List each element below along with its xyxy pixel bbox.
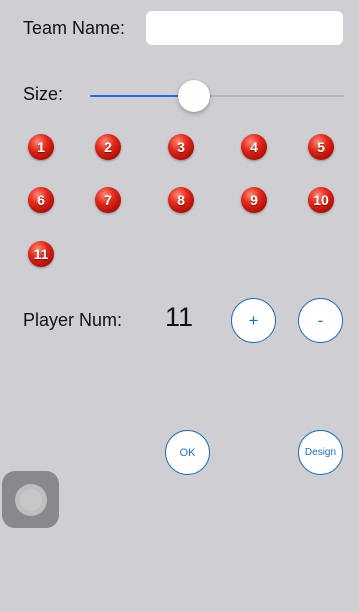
player-ball-6[interactable]: 6 <box>28 187 54 213</box>
player-ball-11[interactable]: 11 <box>28 241 54 267</box>
player-ball-number: 10 <box>313 192 329 208</box>
design-button[interactable]: Design <box>298 430 343 475</box>
player-ball-number: 6 <box>37 192 45 208</box>
player-ball-number: 4 <box>250 139 258 155</box>
player-ball-number: 2 <box>104 139 112 155</box>
player-ball-number: 1 <box>37 139 45 155</box>
player-ball-number: 7 <box>104 192 112 208</box>
size-label: Size: <box>23 84 64 104</box>
player-ball-number: 3 <box>177 139 185 155</box>
player-ball-4[interactable]: 4 <box>241 134 267 160</box>
player-ball-number: 11 <box>33 246 49 262</box>
player-count-value: 11 <box>165 302 194 332</box>
player-ball-5[interactable]: 5 <box>308 134 334 160</box>
player-ball-9[interactable]: 9 <box>241 187 267 213</box>
player-ball-number: 5 <box>317 139 325 155</box>
design-label: Design <box>304 447 337 458</box>
ok-button[interactable]: OK <box>165 430 210 475</box>
player-num-label: Player Num: <box>23 310 123 330</box>
decrement-label: - <box>317 310 324 330</box>
increment-label: + <box>248 310 259 330</box>
assistive-touch-icon-core <box>19 488 42 511</box>
player-ball-2[interactable]: 2 <box>95 134 121 160</box>
player-ball-number: 8 <box>177 192 185 208</box>
player-ball-8[interactable]: 8 <box>168 187 194 213</box>
increment-button[interactable]: + <box>231 298 276 343</box>
size-slider-thumb[interactable] <box>178 80 211 112</box>
ok-label: OK <box>179 446 196 459</box>
team-name-label: Team Name: <box>23 18 126 38</box>
assistive-touch-button[interactable] <box>2 471 59 528</box>
player-ball-number: 9 <box>250 192 258 208</box>
assistive-touch-icon <box>14 483 47 516</box>
player-ball-10[interactable]: 10 <box>308 187 334 213</box>
player-ball-3[interactable]: 3 <box>168 134 194 160</box>
decrement-button[interactable]: - <box>298 298 343 343</box>
player-ball-1[interactable]: 1 <box>28 134 54 160</box>
team-name-input[interactable] <box>146 11 343 45</box>
size-slider[interactable] <box>90 80 344 112</box>
player-ball-7[interactable]: 7 <box>95 187 121 213</box>
